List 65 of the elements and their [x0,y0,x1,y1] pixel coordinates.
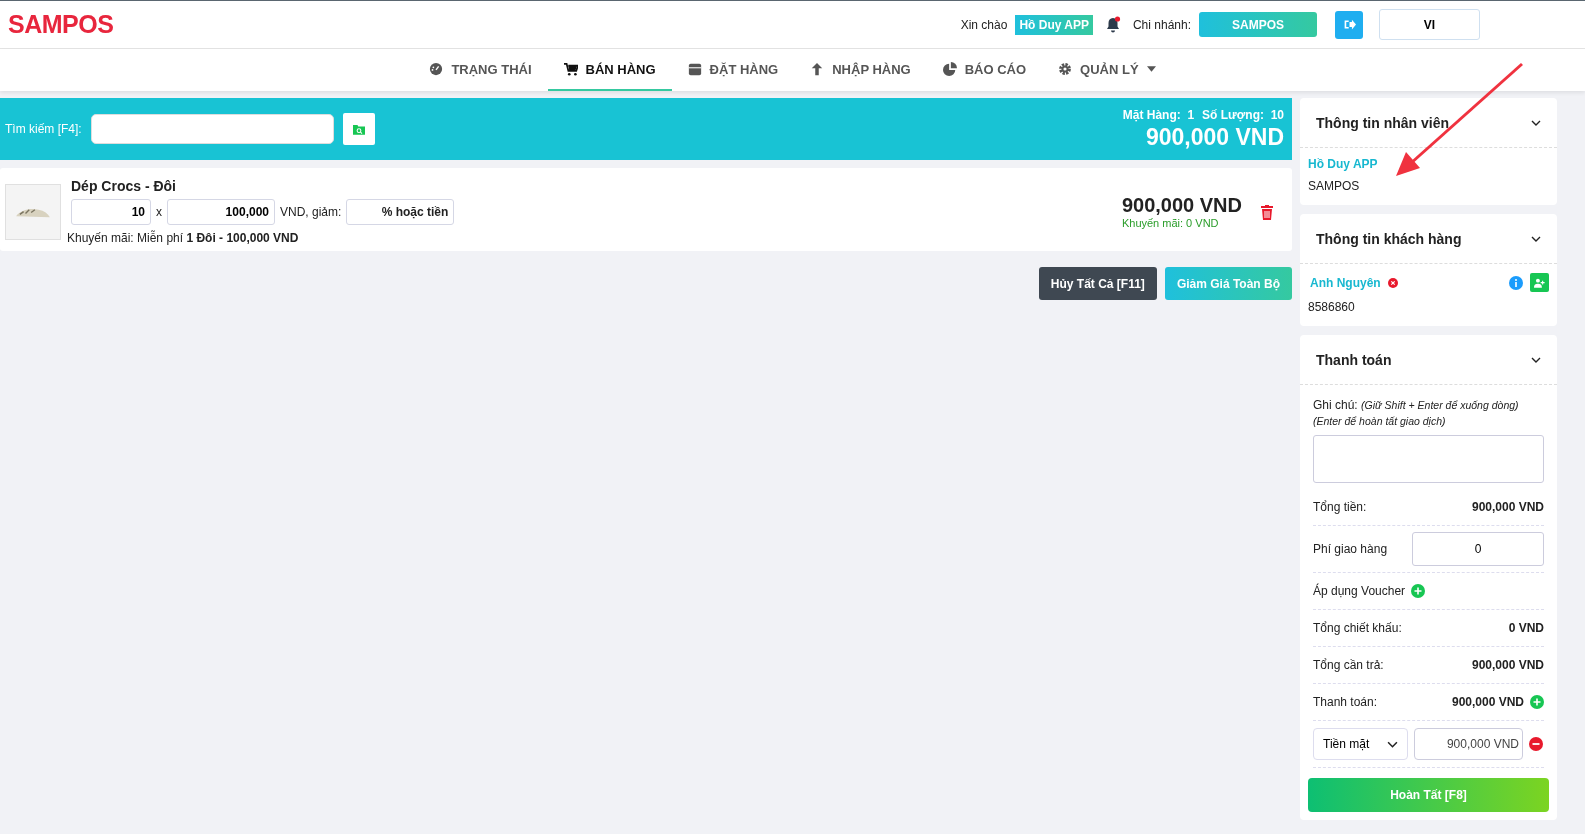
item-count: Mặt Hàng: 1 [1122,107,1195,122]
caret-icon[interactable] [1146,66,1156,72]
summary-label: Tổng chiết khấu: [1313,621,1402,635]
calendar-icon[interactable] [687,62,702,76]
quantity-field[interactable]: 10 [71,199,151,225]
currency-discount-label: VND, giảm: [280,205,342,219]
multiply-sign: x [156,205,162,219]
branch-label: Chi nhánh: [1132,17,1191,32]
language-button[interactable]: VI [1379,9,1480,40]
note-field[interactable] [1313,435,1544,483]
trash-icon[interactable] [1260,204,1274,220]
summary-value: 900,000 VND [1471,658,1544,672]
quantity-count: Số Lượng: 10 [1202,107,1284,122]
greeting-text: Xin chào [960,17,1008,32]
payment-title: Thanh toán [1316,351,1392,368]
employee-branch: SAMPOS [1308,179,1361,193]
summary-label: Tổng cần trả: [1313,658,1384,672]
summary-label: Thanh toán: [1313,695,1378,709]
summary-value: 900,000 VND [1471,500,1544,514]
user-name-badge: Hồ Duy APP [1015,14,1093,35]
chevron-down-icon[interactable] [1531,235,1541,242]
chevron-down-icon[interactable] [1531,119,1541,126]
payment-amount-field[interactable]: 900,000 VND [1414,728,1523,760]
nav-tab[interactable]: TRẠNG THÁI [413,49,548,91]
shipping-fee-label: Phí giao hàng [1313,542,1388,556]
cart-icon[interactable] [563,62,578,76]
search-field[interactable] [90,114,334,144]
summary-value: 0 VND [1508,621,1544,635]
summary-value: 900,000 VND [1451,695,1524,709]
promotion-text: Khuyến mãi: Miễn phí 1 Đôi - 100,000 VND [67,231,300,245]
voucher-label: Áp dụng Voucher [1313,584,1406,598]
info-icon[interactable] [1509,275,1523,290]
grand-total: 900,000 VND [1145,123,1284,151]
pie-chart-icon[interactable] [942,62,957,76]
shipping-fee-field[interactable]: 0 [1412,532,1544,566]
summary-label: Tổng tiền: [1313,500,1367,514]
arrow-up-icon[interactable] [810,62,825,76]
nav-tab[interactable]: NHẬP HÀNG [794,49,927,91]
settings-icon[interactable] [1058,62,1073,76]
customer-phone: 8586860 [1308,300,1356,314]
employee-info-title: Thông tin nhân viên [1316,114,1449,131]
chevron-down-icon[interactable] [1531,356,1541,363]
customer-info-title: Thông tin khách hàng [1316,230,1462,247]
nav-tab[interactable]: ĐẶT HÀNG [671,49,795,91]
product-photo-placeholder [5,184,61,240]
bell-icon[interactable] [1104,15,1121,34]
logo[interactable]: SAMPOS [8,10,114,39]
logout-icon[interactable] [1342,18,1356,31]
gauge-icon[interactable] [429,62,444,76]
chevron-down-icon[interactable] [1387,740,1398,748]
nav-tab[interactable]: BÁO CÁO [926,49,1043,91]
nav-tab[interactable]: BÁN HÀNG [547,49,672,91]
cancel-all-button[interactable]: Hủy Tất Cả [F11] [1038,267,1157,300]
search-label: Tìm kiếm [F4]: [5,122,82,136]
payment-method-dropdown[interactable]: Tiền mặt [1313,728,1408,760]
discount-field[interactable]: % hoặc tiền [346,199,455,225]
logout-button[interactable] [1335,10,1363,39]
line-promotion: Khuyến mãi: 0 VND [1121,217,1219,229]
remove-icon[interactable] [1529,737,1543,751]
note-label: Ghi chú: (Giữ Shift + Enter để xuống dòng) (Enter để hoàn tất giao dịch) [1313,397,1520,429]
price-field[interactable]: 100,000 [167,199,275,225]
nav-tab[interactable]: QUẢN LÝ [1042,49,1172,91]
line-total: 900,000 VND [1121,194,1242,217]
product-name: Dép Crocs - Đôi [71,178,177,194]
remove-icon[interactable] [1387,277,1398,288]
